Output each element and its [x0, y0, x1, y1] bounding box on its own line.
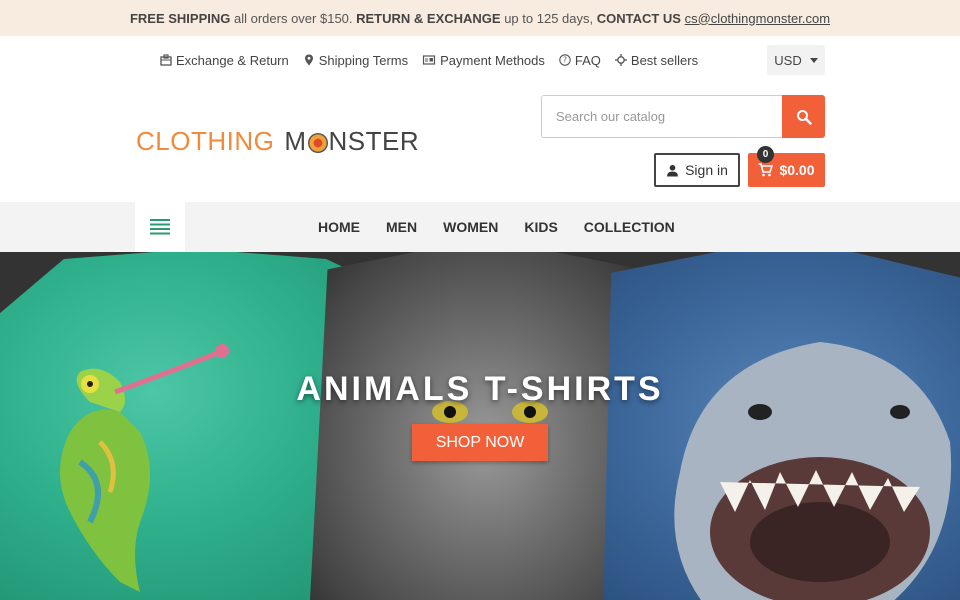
- top-nav-exchange-label: Exchange & Return: [176, 52, 289, 68]
- question-icon: ?: [559, 54, 571, 66]
- top-nav-payment-label: Payment Methods: [440, 52, 545, 68]
- top-nav-faq[interactable]: ? FAQ: [559, 53, 601, 68]
- top-nav-best-sellers-label: Best sellers: [630, 52, 699, 68]
- crosshair-icon: [614, 54, 627, 66]
- contact-email-link[interactable]: cs@clothingmonster.com: [685, 11, 830, 26]
- nav-home[interactable]: HOME: [318, 219, 360, 235]
- logo-target-icon: [307, 132, 328, 153]
- top-nav-shipping-label: Shipping Terms: [318, 52, 409, 68]
- logo-text-clothing: CLOTHING: [136, 125, 275, 156]
- top-nav-best-sellers[interactable]: Best sellers: [614, 52, 699, 68]
- search-input[interactable]: [541, 95, 782, 138]
- sign-in-label: Sign in: [685, 162, 728, 178]
- sign-in-button[interactable]: Sign in: [654, 153, 740, 187]
- nav-men[interactable]: MEN: [386, 219, 417, 235]
- cart-button[interactable]: 0 $0.00: [748, 146, 825, 187]
- top-nav-shipping[interactable]: Shipping Terms: [303, 53, 408, 68]
- location-pin-icon: [304, 54, 313, 66]
- hamburger-menu-icon: [150, 219, 170, 235]
- search-bar: [541, 95, 825, 138]
- shark-graphic: [674, 342, 952, 600]
- top-nav-exchange[interactable]: Exchange & Return: [160, 53, 289, 68]
- site-logo[interactable]: CLOTHING M NSTER: [136, 126, 419, 156]
- announcement-bar: FREE SHIPPING all orders over $150. RETU…: [0, 0, 960, 36]
- announcement-contact: CONTACT US: [596, 10, 681, 26]
- announcement-free-shipping: FREE SHIPPING: [129, 10, 231, 26]
- search-button[interactable]: [782, 95, 825, 138]
- top-nav-payment[interactable]: Payment Methods: [422, 53, 545, 68]
- hero-banner: ANIMALS T-SHIRTS SHOP NOW: [0, 252, 960, 600]
- hero-title: ANIMALS T-SHIRTS: [296, 370, 664, 408]
- top-nav-faq-label: FAQ: [574, 52, 601, 68]
- menu-toggle-button[interactable]: [135, 202, 185, 252]
- shop-now-button[interactable]: SHOP NOW: [412, 424, 548, 461]
- logo-text-monster: M NSTER: [284, 125, 420, 156]
- cart-count-badge: 0: [757, 146, 774, 163]
- top-nav: Exchange & Return Shipping Terms Payment…: [160, 44, 698, 76]
- svg-text:?: ?: [563, 56, 567, 65]
- payment-card-icon: [423, 55, 436, 65]
- announcement-return-text: up to 125 days,: [500, 10, 597, 26]
- announcement-free-shipping-text: all orders over $150.: [230, 10, 357, 26]
- currency-selector[interactable]: USD: [767, 45, 825, 75]
- cart-icon: [758, 163, 774, 177]
- user-icon: [667, 164, 679, 176]
- caret-down-icon: [809, 57, 818, 63]
- nav-women[interactable]: WOMEN: [443, 219, 498, 235]
- main-nav: HOME MEN WOMEN KIDS COLLECTION: [0, 202, 960, 252]
- cart-total: $0.00: [779, 162, 815, 178]
- announcement-return: RETURN & EXCHANGE: [356, 10, 501, 26]
- currency-value: USD: [774, 52, 802, 68]
- nav-collection[interactable]: COLLECTION: [584, 219, 675, 235]
- hero-image-shark-shirt: [603, 252, 960, 600]
- nav-kids[interactable]: KIDS: [524, 219, 557, 235]
- exchange-icon: [160, 54, 172, 66]
- search-icon: [796, 109, 812, 125]
- main-nav-links: HOME MEN WOMEN KIDS COLLECTION: [318, 202, 675, 252]
